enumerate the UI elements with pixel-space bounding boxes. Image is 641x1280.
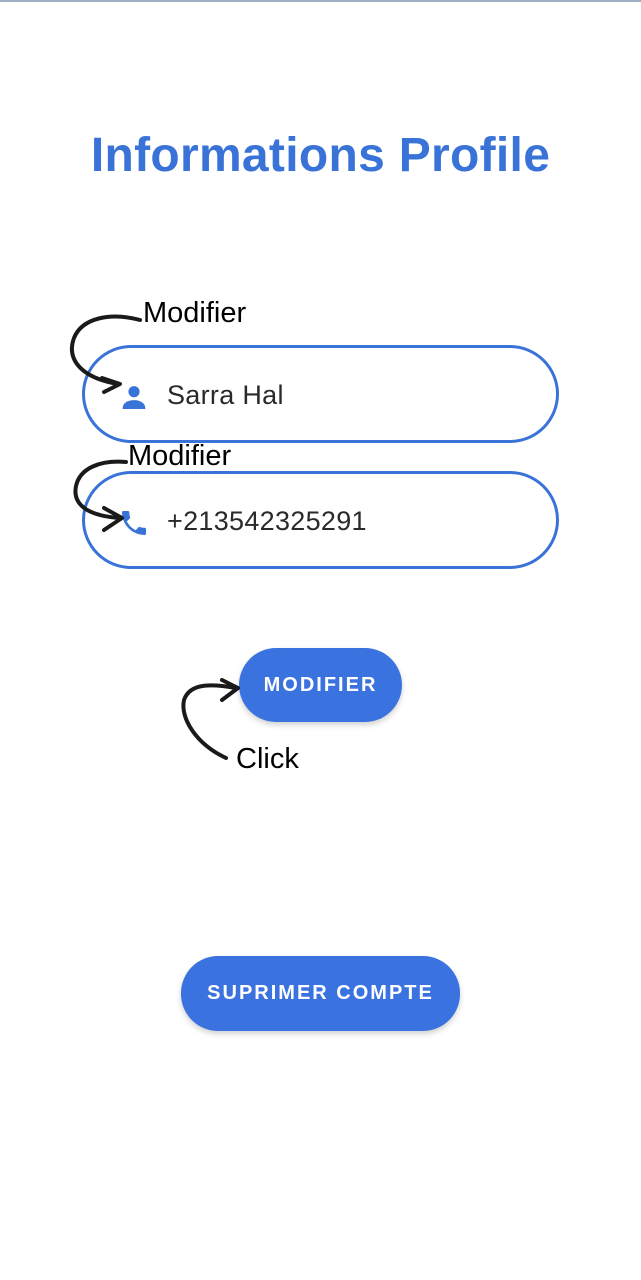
phone-value: +213542325291 [167,506,367,536]
phone-field[interactable]: +213542325291 [82,471,559,569]
arrowhead-modify [220,678,240,702]
annotation-click: Click [236,743,299,775]
delete-account-button[interactable]: SUPRIMER COMPTE [181,956,460,1031]
status-bar-divider [0,0,641,2]
annotation-modify-name: Modifier [143,297,247,329]
modify-button[interactable]: MODIFIER [239,648,402,722]
arrow-to-modify-button [181,683,238,760]
phone-icon [118,507,150,539]
annotation-modify-phone: Modifier [128,440,232,472]
name-value: Sarra Hal [167,380,284,410]
annotation-arrows [70,314,240,760]
page-title: Informations Profile [90,129,551,182]
person-icon [118,381,150,413]
name-field[interactable]: Sarra Hal [82,345,559,443]
